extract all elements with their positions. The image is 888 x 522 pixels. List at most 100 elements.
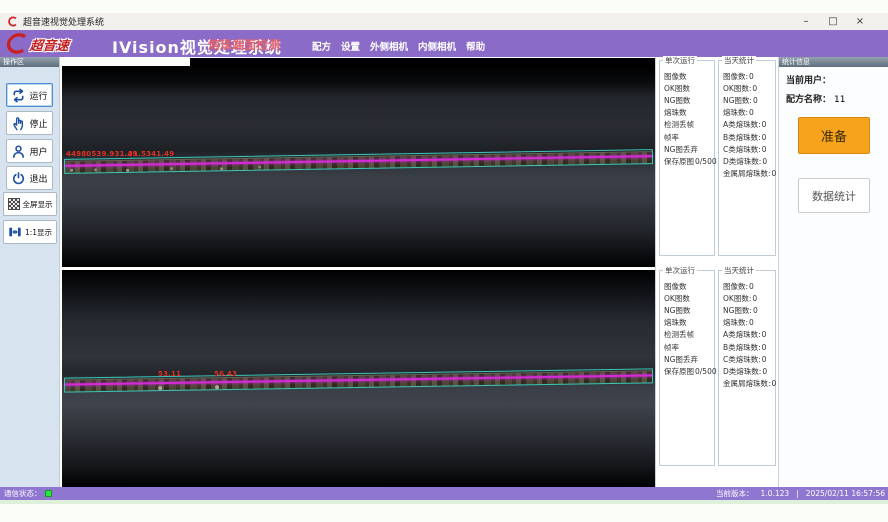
stop-button[interactable]: 停止 bbox=[6, 111, 53, 135]
stat-row: 金属屑熔珠数:0 bbox=[723, 168, 774, 180]
version-value: 1.0.123 bbox=[761, 489, 790, 498]
one-to-one-icon bbox=[8, 225, 22, 239]
stat-row: A类熔珠数:0 bbox=[723, 119, 774, 131]
stat-row: OK图数 bbox=[664, 292, 713, 304]
camera-view-top-strip bbox=[190, 58, 655, 66]
current-user-label: 当前用户： bbox=[786, 76, 831, 86]
recipe-name-value: 11 bbox=[834, 95, 845, 105]
stat-row: 熔珠数:0 bbox=[723, 107, 774, 119]
hand-icon bbox=[11, 116, 26, 131]
minimize-button[interactable]: – bbox=[800, 13, 812, 30]
stat-row: D类熔珠数:0 bbox=[723, 155, 774, 167]
stat-row: NG图数 bbox=[664, 304, 713, 316]
single-run-title: 单次运行 bbox=[663, 266, 697, 275]
outer-camera-view[interactable]: 44980539.931.49 31.5341.49 bbox=[62, 66, 655, 267]
stat-row: 保存原图0/500 bbox=[664, 365, 713, 377]
measurement-label: 44980539.931.49 bbox=[66, 150, 138, 158]
data-stats-button-label: 数据统计 bbox=[812, 188, 856, 204]
one-to-one-button-label: 1:1显示 bbox=[25, 227, 52, 238]
maximize-button[interactable]: □ bbox=[827, 13, 839, 30]
measurement-label: 56.43 bbox=[214, 370, 237, 378]
brand-name: 超音速 bbox=[29, 35, 70, 54]
app-logo-icon bbox=[7, 16, 18, 27]
operation-sidebar: 操作区 运行 停止 用户 退出 全屏显示 1:1显示 bbox=[0, 57, 60, 487]
stat-row: NG图数:0 bbox=[723, 304, 774, 316]
daily-stats-panel-top: 当天统计 图像数:0OK图数:0NG图数:0熔珠数:0A类熔珠数:0B类熔珠数:… bbox=[718, 60, 776, 256]
stat-row: A类熔珠数:0 bbox=[723, 329, 774, 341]
stat-row: OK图数:0 bbox=[723, 292, 774, 304]
stat-row: 图像数 bbox=[664, 70, 713, 82]
statistics-columns: 单次运行 图像数OK图数NG图数熔珠数检测丢帧帧率NG图丢弃保存原图0/500 … bbox=[655, 57, 778, 487]
stat-row: B类熔珠数:0 bbox=[723, 131, 774, 143]
info-panel: 统计信息 当前用户： 配方名称：11 准备 数据统计 bbox=[778, 57, 888, 487]
stat-row: NG图丢弃 bbox=[664, 353, 713, 365]
stat-row: 帧率 bbox=[664, 131, 713, 143]
menu-item[interactable]: 外侧相机 bbox=[370, 39, 408, 53]
stat-row: 金属屑熔珠数:0 bbox=[723, 378, 774, 390]
window-bottom-edge bbox=[0, 500, 888, 504]
menu-item[interactable]: 内侧相机 bbox=[418, 39, 456, 53]
stat-row: NG图丢弃 bbox=[664, 143, 713, 155]
exit-button-label: 退出 bbox=[29, 172, 47, 185]
stat-row: NG图数:0 bbox=[723, 94, 774, 106]
os-titlebar: 超音速视觉处理系统 – □ × bbox=[0, 13, 888, 31]
app-header: 超音速 IVision视觉处理系统 配方设置外侧相机内侧相机帮助 设备编号：22… bbox=[0, 30, 888, 57]
stat-row: C类熔珠数:0 bbox=[723, 143, 774, 155]
stat-row: 熔珠数:0 bbox=[723, 317, 774, 329]
comm-status-indicator bbox=[45, 490, 52, 497]
stat-row: 图像数:0 bbox=[723, 70, 774, 82]
ready-button-label: 准备 bbox=[821, 126, 847, 145]
menu-item[interactable]: 设置 bbox=[341, 39, 360, 53]
sidebar-title: 操作区 bbox=[0, 57, 59, 67]
stat-row: NG图数 bbox=[664, 94, 713, 106]
exit-button[interactable]: 退出 bbox=[6, 166, 53, 190]
inspection-mode-title: 熔珠端面检测 bbox=[208, 36, 280, 53]
menu-item[interactable]: 帮助 bbox=[466, 39, 485, 53]
stat-row: 熔珠数 bbox=[664, 107, 713, 119]
stat-row: 检测丢帧 bbox=[664, 329, 713, 341]
stat-row: 图像数:0 bbox=[723, 280, 774, 292]
fullscreen-button[interactable]: 全屏显示 bbox=[3, 192, 57, 216]
status-bar-right: 当前版本： 1.0.123 | 2025/02/11 16:57:56 bbox=[716, 488, 885, 499]
recipe-name-label: 配方名称： bbox=[786, 95, 831, 105]
data-stats-button[interactable]: 数据统计 bbox=[798, 178, 870, 213]
menu-bar: 配方设置外侧相机内侧相机帮助 bbox=[312, 39, 485, 53]
window-controls: – □ × bbox=[800, 13, 866, 30]
run-button[interactable]: 运行 bbox=[6, 83, 53, 107]
status-separator: | bbox=[796, 489, 799, 498]
brand-swoosh-icon bbox=[4, 33, 30, 58]
user-icon bbox=[11, 144, 26, 159]
daily-stats-title: 当天统计 bbox=[722, 266, 756, 275]
daily-stats-panel-bottom: 当天统计 图像数:0OK图数:0NG图数:0熔珠数:0A类熔珠数:0B类熔珠数:… bbox=[718, 270, 776, 466]
stat-row: 图像数 bbox=[664, 280, 713, 292]
user-button-label: 用户 bbox=[29, 145, 47, 158]
spatter-dots bbox=[158, 386, 162, 390]
window-title: 超音速视觉处理系统 bbox=[23, 15, 104, 28]
inner-camera-view[interactable]: 53.11 56.43 bbox=[62, 270, 655, 487]
measurement-label: 31.5341.49 bbox=[128, 150, 174, 158]
stat-row: 检测丢帧 bbox=[664, 119, 713, 131]
measurement-label: 53.11 bbox=[158, 370, 181, 378]
one-to-one-button[interactable]: 1:1显示 bbox=[3, 220, 57, 244]
stat-row: B类熔珠数:0 bbox=[723, 341, 774, 353]
stat-row: 帧率 bbox=[664, 341, 713, 353]
version-label: 当前版本： bbox=[716, 488, 754, 499]
stat-row: 保存原图0/500 bbox=[664, 155, 713, 167]
fullscreen-icon bbox=[8, 198, 20, 210]
stat-row: OK图数:0 bbox=[723, 82, 774, 94]
daily-stats-title: 当天统计 bbox=[722, 56, 756, 65]
power-icon bbox=[11, 171, 26, 186]
fullscreen-button-label: 全屏显示 bbox=[23, 199, 53, 210]
single-run-title: 单次运行 bbox=[663, 56, 697, 65]
single-run-panel-top: 单次运行 图像数OK图数NG图数熔珠数检测丢帧帧率NG图丢弃保存原图0/500 bbox=[659, 60, 715, 256]
ready-button[interactable]: 准备 bbox=[798, 117, 870, 154]
info-panel-title: 统计信息 bbox=[779, 57, 888, 67]
stat-row: D类熔珠数:0 bbox=[723, 365, 774, 377]
status-bar: 通信状态： 当前版本： 1.0.123 | 2025/02/11 16:57:5… bbox=[0, 487, 888, 500]
stat-row: 熔珠数 bbox=[664, 317, 713, 329]
comm-status-label: 通信状态： bbox=[4, 488, 42, 499]
close-button[interactable]: × bbox=[854, 13, 866, 30]
stop-button-label: 停止 bbox=[29, 117, 47, 130]
user-button[interactable]: 用户 bbox=[6, 139, 53, 163]
menu-item[interactable]: 配方 bbox=[312, 39, 331, 53]
